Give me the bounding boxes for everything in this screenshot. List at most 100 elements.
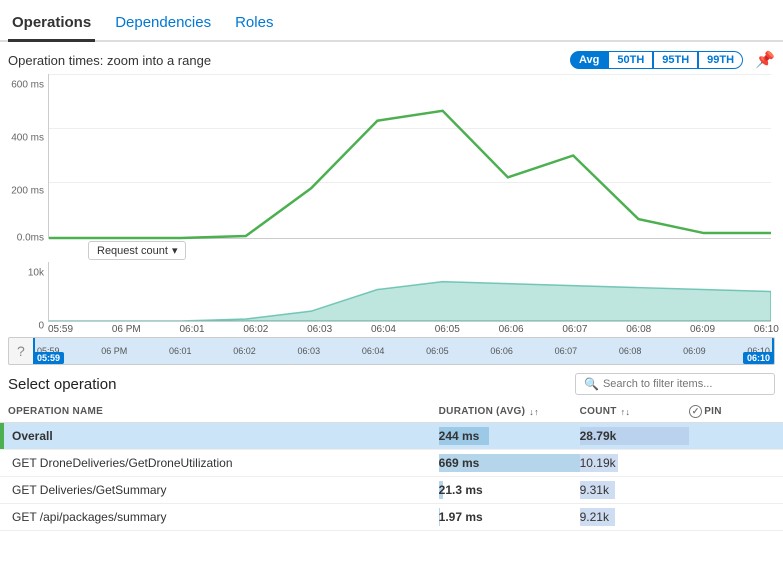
range-end-badge: 06:10	[743, 352, 774, 364]
table-row[interactable]: Overall 244 ms 28.79k	[0, 423, 783, 450]
range-time-2: 06:01	[169, 346, 192, 356]
operations-table: OPERATION NAME DURATION (AVG) ↓↑ COUNT ↑…	[0, 401, 783, 531]
duration-value: 669 ms	[439, 456, 480, 470]
tab-dependencies[interactable]: Dependencies	[111, 8, 215, 42]
time-label-9: 06:08	[626, 324, 651, 335]
range-selector[interactable]: ? 05:59 06 PM 06:01 06:02 06:03 06:04 06…	[8, 337, 775, 365]
range-time-4: 06:03	[298, 346, 321, 356]
pct-50th[interactable]: 50TH	[608, 51, 653, 69]
count-value: 28.79k	[580, 429, 617, 443]
y-label-600: 600 ms	[11, 80, 44, 91]
range-time-6: 06:05	[426, 346, 449, 356]
percentile-group: Avg 50TH 95TH 99TH	[570, 51, 743, 69]
time-label-7: 06:06	[499, 324, 524, 335]
range-start-badge: 05:59	[33, 352, 64, 364]
bar-chart-svg	[49, 262, 771, 321]
range-inner: 05:59 06 PM 06:01 06:02 06:03 06:04 06:0…	[33, 338, 774, 364]
cell-name: GET /api/packages/summary	[0, 504, 431, 531]
request-count-label: Request count	[97, 245, 168, 257]
cell-pin	[681, 450, 783, 477]
time-axis: 05:59 06 PM 06:01 06:02 06:03 06:04 06:0…	[48, 322, 779, 335]
dropdown-chevron-icon: ▾	[172, 244, 178, 257]
table-header-row: OPERATION NAME DURATION (AVG) ↓↑ COUNT ↑…	[0, 401, 783, 423]
green-indicator-bar	[0, 423, 4, 449]
chart-header: Operation times: zoom into a range Avg 5…	[0, 42, 783, 74]
pct-99th[interactable]: 99TH	[698, 51, 743, 69]
cell-pin	[681, 477, 783, 504]
cell-pin	[681, 504, 783, 531]
duration-value: 21.3 ms	[439, 483, 483, 497]
search-icon: 🔍	[584, 377, 599, 391]
range-time-5: 06:04	[362, 346, 385, 356]
pin-chart-icon[interactable]: 📌	[755, 50, 775, 70]
cell-pin	[681, 423, 783, 450]
col-header-pin: ✓ PIN	[681, 401, 783, 423]
tab-operations[interactable]: Operations	[8, 8, 95, 42]
y-label-400: 400 ms	[11, 132, 44, 143]
range-time-8: 06:07	[555, 346, 578, 356]
count-value: 10.19k	[580, 456, 616, 470]
pct-95th[interactable]: 95TH	[653, 51, 698, 69]
duration-sort-icon: ↓↑	[529, 407, 539, 417]
bar-chart-area	[48, 262, 771, 322]
col-header-name: OPERATION NAME	[0, 401, 431, 423]
bar-y-axis: 10k 0	[8, 262, 48, 322]
y-axis: 600 ms 400 ms 200 ms 0.0ms	[8, 74, 48, 239]
count-value: 9.31k	[580, 483, 609, 497]
range-time-10: 06:09	[683, 346, 706, 356]
request-count-area: Request count ▾ 10k 0	[0, 241, 783, 322]
cell-duration: 244 ms	[431, 423, 572, 450]
cell-count: 10.19k	[572, 450, 682, 477]
check-circle-icon: ✓	[689, 405, 702, 418]
count-sort-icon: ↑↓	[621, 407, 631, 417]
line-chart-area	[48, 74, 771, 239]
line-chart-container: 600 ms 400 ms 200 ms 0.0ms	[0, 74, 783, 239]
search-input[interactable]	[603, 378, 766, 390]
cell-name: GET Deliveries/GetSummary	[0, 477, 431, 504]
cell-name: Overall	[0, 423, 431, 450]
range-time-1: 06 PM	[101, 346, 127, 356]
table-row[interactable]: GET Deliveries/GetSummary 21.3 ms 9.31k	[0, 477, 783, 504]
range-time-9: 06:08	[619, 346, 642, 356]
search-box[interactable]: 🔍	[575, 373, 775, 395]
cell-duration: 21.3 ms	[431, 477, 572, 504]
time-label-11: 06:10	[754, 324, 779, 335]
select-operation-title: Select operation	[8, 376, 116, 393]
bar-y-10k: 10k	[28, 268, 44, 279]
col-header-count[interactable]: COUNT ↑↓	[572, 401, 682, 423]
tab-bar: Operations Dependencies Roles	[0, 0, 783, 42]
time-label-1: 06 PM	[112, 324, 141, 335]
cell-name: GET DroneDeliveries/GetDroneUtilization	[0, 450, 431, 477]
col-header-duration[interactable]: DURATION (AVG) ↓↑	[431, 401, 572, 423]
bar-area-polygon	[49, 282, 771, 321]
time-label-6: 06:05	[435, 324, 460, 335]
y-label-200: 200 ms	[11, 185, 44, 196]
line-chart-polyline	[49, 111, 771, 238]
time-label-3: 06:02	[243, 324, 268, 335]
duration-value: 244 ms	[439, 429, 480, 443]
pct-avg[interactable]: Avg	[570, 51, 608, 69]
chart-title: Operation times: zoom into a range	[8, 53, 211, 68]
cell-duration: 1.97 ms	[431, 504, 572, 531]
cell-duration: 669 ms	[431, 450, 572, 477]
table-row[interactable]: GET /api/packages/summary 1.97 ms 9.21k	[0, 504, 783, 531]
time-label-10: 06:09	[690, 324, 715, 335]
time-label-0: 05:59	[48, 324, 73, 335]
tab-roles[interactable]: Roles	[231, 8, 277, 42]
bar-y-0: 0	[38, 320, 44, 331]
range-help-icon[interactable]: ?	[17, 343, 25, 359]
select-operation-header: Select operation 🔍	[0, 365, 783, 401]
cell-count: 9.21k	[572, 504, 682, 531]
count-value: 9.21k	[580, 510, 609, 524]
line-chart-svg	[49, 74, 771, 238]
time-label-2: 06:01	[180, 324, 205, 335]
time-label-8: 06:07	[562, 324, 587, 335]
time-label-5: 06:04	[371, 324, 396, 335]
duration-value: 1.97 ms	[439, 510, 483, 524]
table-row[interactable]: GET DroneDeliveries/GetDroneUtilization 6…	[0, 450, 783, 477]
range-time-7: 06:06	[490, 346, 513, 356]
time-label-4: 06:03	[307, 324, 332, 335]
range-time-3: 06:02	[233, 346, 256, 356]
request-count-dropdown[interactable]: Request count ▾	[88, 241, 186, 260]
cell-count: 9.31k	[572, 477, 682, 504]
